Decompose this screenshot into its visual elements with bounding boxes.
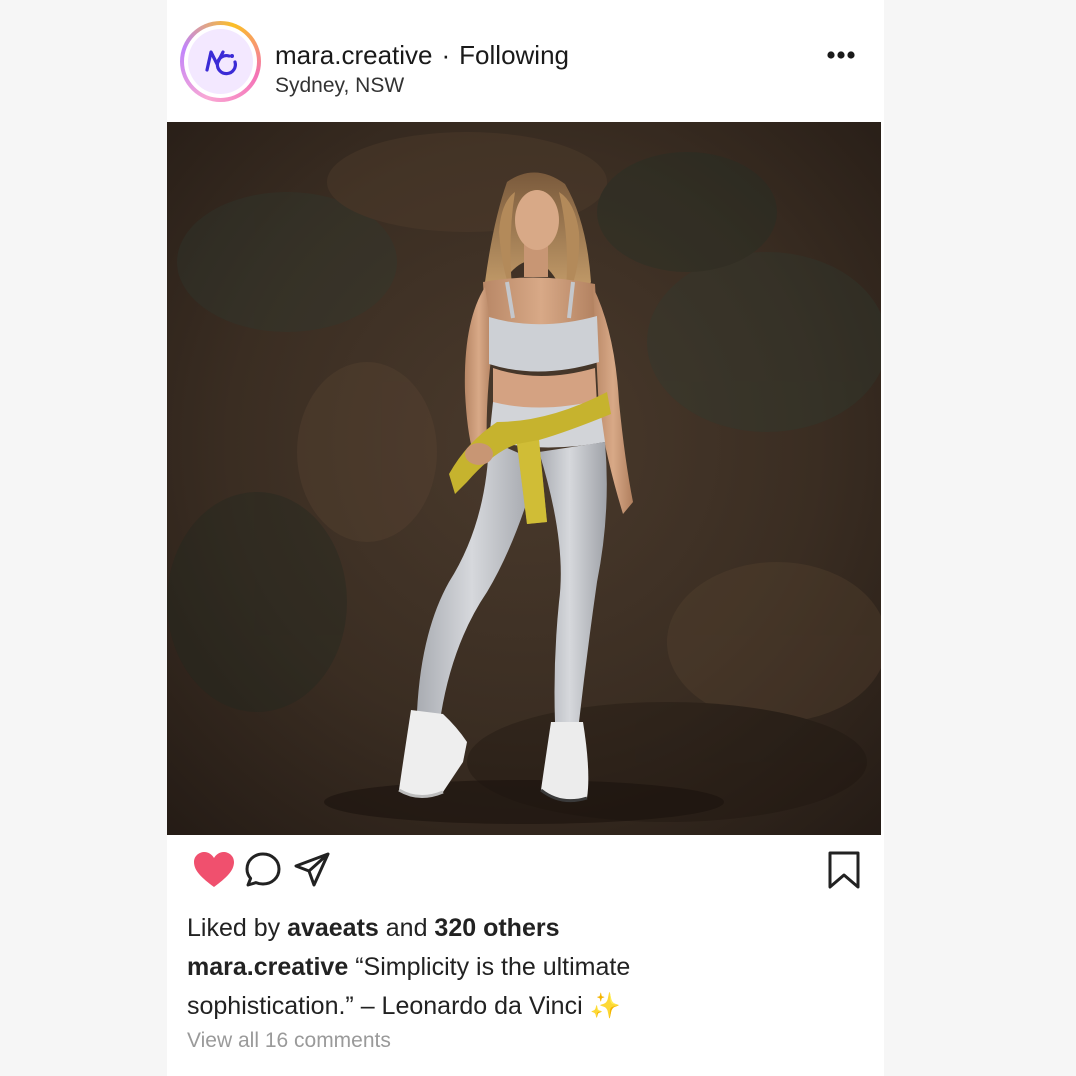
- liker-username-link[interactable]: avaeats: [287, 914, 379, 942]
- more-options-button[interactable]: [822, 44, 860, 66]
- view-comments-link[interactable]: View all 16 comments: [187, 1029, 391, 1053]
- likes-summary: Liked by avaeats and 320 others: [187, 914, 560, 942]
- paper-plane-icon: [294, 852, 330, 887]
- post-header-title: mara.creative · Following: [275, 40, 569, 71]
- location-link[interactable]: Sydney, NSW: [275, 74, 404, 98]
- heart-filled-icon: [194, 852, 234, 887]
- comment-bubble-icon: [245, 852, 281, 887]
- like-button[interactable]: [192, 850, 236, 890]
- save-button[interactable]: [826, 850, 862, 890]
- likes-count-link[interactable]: 320 others: [434, 914, 559, 942]
- comment-button[interactable]: [243, 850, 283, 890]
- post-image[interactable]: [167, 122, 881, 835]
- username-link[interactable]: mara.creative: [275, 40, 433, 70]
- sparkles-emoji: ✨: [589, 992, 621, 1020]
- brand-logo-icon: [188, 29, 253, 94]
- avatar[interactable]: [180, 21, 261, 102]
- more-dots-icon: [827, 51, 855, 59]
- post-caption: mara.creative “Simplicity is the ultimat…: [187, 948, 747, 1026]
- bookmark-icon: [828, 851, 860, 889]
- separator-dot: ·: [441, 40, 451, 70]
- follow-status-button[interactable]: Following: [459, 40, 569, 70]
- share-button[interactable]: [292, 850, 332, 890]
- caption-author-link[interactable]: mara.creative: [187, 953, 348, 981]
